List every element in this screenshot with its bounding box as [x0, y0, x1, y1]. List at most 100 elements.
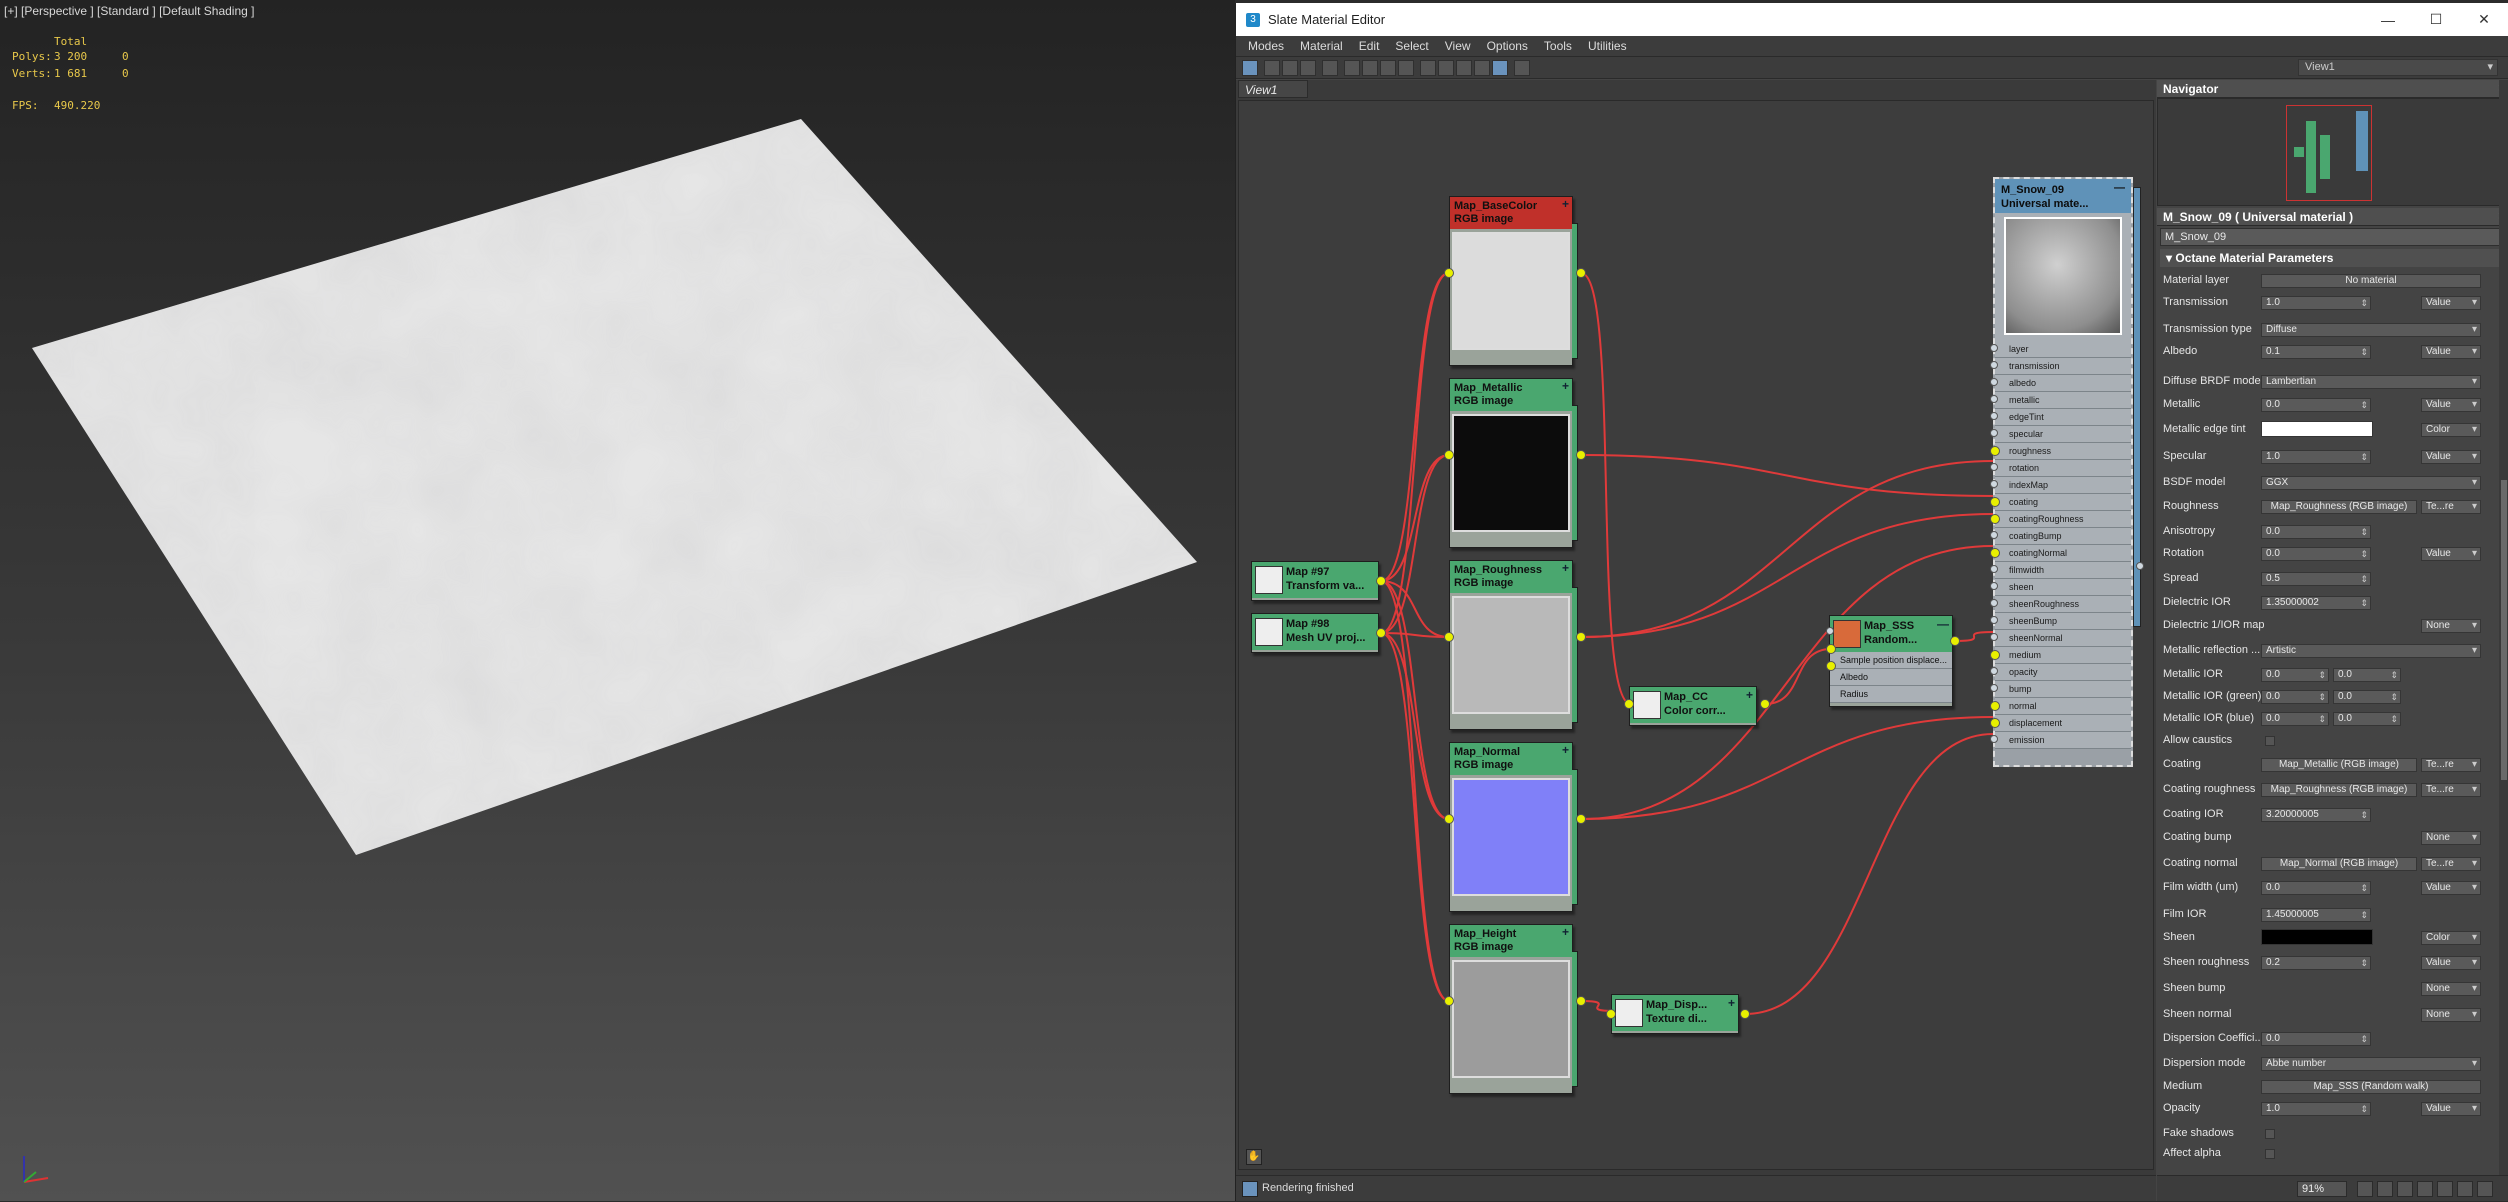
- material-socket-sheenroughness[interactable]: sheenRoughness: [1995, 596, 2131, 613]
- output-port-map98[interactable]: [1376, 628, 1386, 638]
- wire-transform-1[interactable]: [1380, 272, 1450, 634]
- material-port-coatingbump[interactable]: [1990, 531, 1998, 539]
- color-swatch-white[interactable]: [2261, 421, 2373, 437]
- output-port-map97[interactable]: [1376, 576, 1386, 586]
- node-map-cc[interactable]: Map_CC Color corr... +: [1629, 686, 1757, 726]
- material-socket-normal[interactable]: normal: [1995, 698, 2131, 715]
- zoom-extents-icon[interactable]: [2417, 1181, 2433, 1197]
- node-canvas[interactable]: Map #97 Transform va... Map #98 Mesh UV …: [1238, 100, 2154, 1170]
- material-port-coating[interactable]: [1990, 497, 2000, 507]
- view-dropdown[interactable]: View1: [2298, 59, 2498, 76]
- tab-view1[interactable]: View1: [1238, 80, 1308, 98]
- menu-utilities[interactable]: Utilities: [1580, 39, 1635, 53]
- zoom-dropdown[interactable]: 91%: [2297, 1181, 2347, 1197]
- param-mode-dropdown[interactable]: Te...re: [2421, 857, 2481, 871]
- param-dropdown[interactable]: Diffuse: [2261, 323, 2481, 337]
- node-map-sss[interactable]: Map_SSS Random... — Sample position displ…: [1829, 615, 1953, 707]
- put-to-scene-button[interactable]: [1282, 60, 1298, 76]
- material-port-displacement[interactable]: [1990, 718, 2000, 728]
- param-map-button[interactable]: Map_Metallic (RGB image): [2261, 758, 2417, 772]
- param-checkbox[interactable]: [2265, 736, 2275, 746]
- material-socket-rotation[interactable]: rotation: [1995, 460, 2131, 477]
- material-port-filmwidth[interactable]: [1990, 565, 1998, 573]
- snow-plane-mesh[interactable]: [0, 0, 1235, 1201]
- menu-view[interactable]: View: [1437, 39, 1479, 53]
- material-socket-emission[interactable]: emission: [1995, 732, 2131, 749]
- param-mode-dropdown[interactable]: Te...re: [2421, 783, 2481, 797]
- param-value-a[interactable]: 0.0: [2261, 690, 2329, 704]
- material-socket-layer[interactable]: layer: [1995, 341, 2131, 358]
- material-port-normal[interactable]: [1990, 701, 2000, 711]
- param-value-field[interactable]: 0.0: [2261, 398, 2371, 412]
- material-socket-indexmap[interactable]: indexMap: [1995, 477, 2131, 494]
- node-material-m-snow-09[interactable]: M_Snow_09 Universal mate... — layer transmi…: [1993, 177, 2141, 767]
- material-port-metallic[interactable]: [1990, 395, 1998, 403]
- input-port-cc[interactable]: [1624, 699, 1634, 709]
- wire-transform-1[interactable]: [1380, 454, 1450, 634]
- param-value-b[interactable]: 0.0: [2333, 690, 2401, 704]
- material-socket-bump[interactable]: bump: [1995, 681, 2131, 698]
- param-mode-dropdown[interactable]: Color: [2421, 423, 2481, 437]
- param-mode-dropdown[interactable]: None: [2421, 831, 2481, 845]
- select-tool-button[interactable]: [1242, 60, 1258, 76]
- param-value-field[interactable]: 1.45000005: [2261, 908, 2371, 922]
- param-map-button[interactable]: Map_Roughness (RGB image): [2261, 500, 2417, 514]
- input-port-2[interactable]: [1444, 632, 1454, 642]
- param-value-field[interactable]: 0.5: [2261, 572, 2371, 586]
- material-port-sheen[interactable]: [1990, 582, 1998, 590]
- param-value-field[interactable]: 3.20000005: [2261, 808, 2371, 822]
- input-port-disp[interactable]: [1606, 1009, 1616, 1019]
- material-socket-displacement[interactable]: displacement: [1995, 715, 2131, 732]
- material-port-sheennormal[interactable]: [1990, 633, 1998, 641]
- material-port-transmission[interactable]: [1990, 361, 1998, 369]
- param-map-button[interactable]: No material: [2261, 274, 2481, 288]
- node-map97[interactable]: Map #97 Transform va...: [1251, 561, 1379, 601]
- wire-normal-normal[interactable]: [1580, 716, 1994, 820]
- param-value-a[interactable]: 0.0: [2261, 712, 2329, 726]
- pan-icon[interactable]: [2357, 1181, 2373, 1197]
- close-button[interactable]: ✕: [2460, 3, 2508, 36]
- material-name-field[interactable]: M_Snow_09: [2160, 228, 2506, 246]
- material-port-roughness[interactable]: [1990, 446, 2000, 456]
- param-dropdown[interactable]: Lambertian: [2261, 375, 2481, 389]
- param-checkbox[interactable]: [2265, 1149, 2275, 1159]
- material-socket-transmission[interactable]: transmission: [1995, 358, 2131, 375]
- fit-icon[interactable]: [2457, 1181, 2473, 1197]
- material-port-opacity[interactable]: [1990, 667, 1998, 675]
- zoom-selected-icon[interactable]: [2437, 1181, 2453, 1197]
- menu-options[interactable]: Options: [1479, 39, 1536, 53]
- param-value-field[interactable]: 1.35000002: [2261, 596, 2371, 610]
- menu-material[interactable]: Material: [1292, 39, 1351, 53]
- material-socket-sheennormal[interactable]: sheenNormal: [1995, 630, 2131, 647]
- output-port-2[interactable]: [1576, 632, 1586, 642]
- input-port-4[interactable]: [1444, 996, 1454, 1006]
- param-mode-dropdown[interactable]: None: [2421, 982, 2481, 996]
- material-port-albedo[interactable]: [1990, 378, 1998, 386]
- color-swatch-black[interactable]: [2261, 929, 2373, 945]
- param-value-field[interactable]: 1.0: [2261, 1102, 2371, 1116]
- param-map-button[interactable]: Map_SSS (Random walk): [2261, 1080, 2481, 1094]
- material-port-emission[interactable]: [1990, 735, 1998, 743]
- param-mode-dropdown[interactable]: Te...re: [2421, 500, 2481, 514]
- wire-basecolor-cc[interactable]: [1580, 272, 1632, 705]
- material-socket-coatingroughness[interactable]: coatingRoughness: [1995, 511, 2131, 528]
- param-value-b[interactable]: 0.0: [2333, 712, 2401, 726]
- menu-edit[interactable]: Edit: [1351, 39, 1388, 53]
- param-mode-dropdown[interactable]: Te...re: [2421, 758, 2481, 772]
- output-port-cc[interactable]: [1760, 699, 1770, 709]
- param-mode-dropdown[interactable]: None: [2421, 1008, 2481, 1022]
- layout-icon[interactable]: [2477, 1181, 2493, 1197]
- material-socket-coatingbump[interactable]: coatingBump: [1995, 528, 2131, 545]
- menu-tools[interactable]: Tools: [1536, 39, 1580, 53]
- material-port-edgetint[interactable]: [1990, 412, 1998, 420]
- param-value-field[interactable]: 1.0: [2261, 450, 2371, 464]
- param-value-a[interactable]: 0.0: [2261, 668, 2329, 682]
- zoom-icon[interactable]: [2377, 1181, 2393, 1197]
- node-map-normal[interactable]: Map_Normal RGB image +: [1449, 742, 1578, 912]
- param-mode-dropdown[interactable]: Value: [2421, 881, 2481, 895]
- material-port-coatingnormal[interactable]: [1990, 548, 2000, 558]
- param-mode-dropdown[interactable]: Value: [2421, 296, 2481, 310]
- parameter-editor-button[interactable]: [1474, 60, 1490, 76]
- wire-sss-medium[interactable]: [1954, 631, 1994, 642]
- wire-metallic-coating[interactable]: [1580, 454, 1994, 497]
